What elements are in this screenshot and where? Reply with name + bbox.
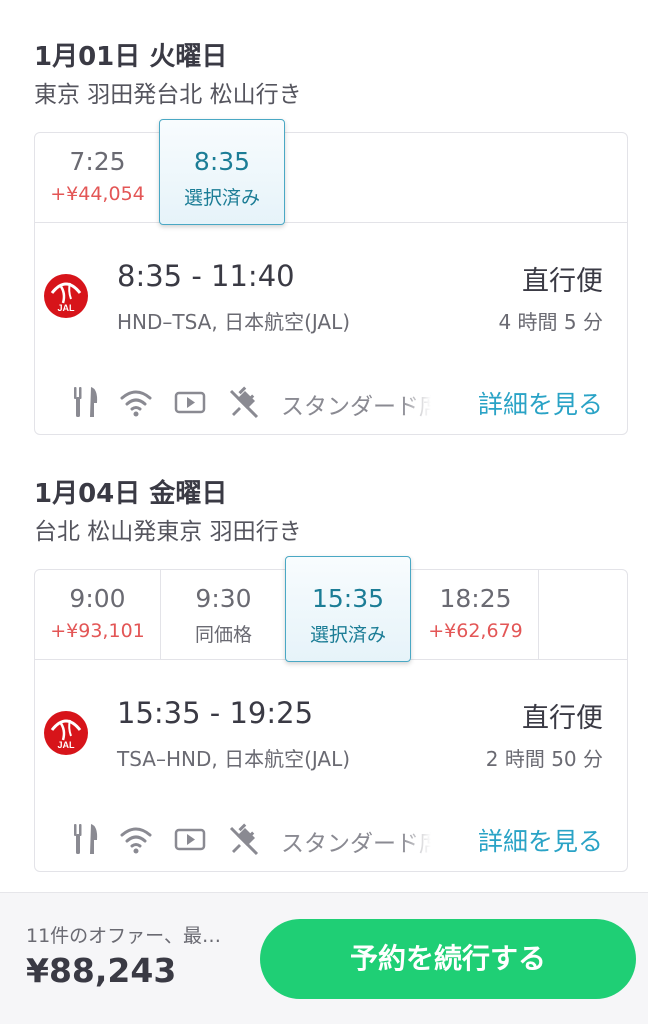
flight-type: 直行便 bbox=[522, 266, 603, 297]
fare-class: スタンダード席 bbox=[281, 831, 431, 854]
details-link[interactable]: 詳細を見る bbox=[478, 822, 603, 858]
no-power-icon bbox=[227, 822, 261, 856]
return-date: 1月04日 金曜日 bbox=[34, 479, 228, 509]
slot-time: 7:25 bbox=[69, 147, 126, 176]
video-icon bbox=[173, 822, 207, 856]
flight-times: 15:35 - 19:25 bbox=[117, 696, 314, 730]
continue-booking-button[interactable]: 予約を続行する bbox=[260, 919, 636, 999]
outbound-flight-card: 7:25 +¥44,054 8:35 選択済み JAL 8:35 - 11:40… bbox=[34, 119, 628, 435]
meal-icon bbox=[71, 822, 101, 856]
outbound-date: 1月01日 火曜日 bbox=[34, 42, 228, 72]
slot-price: +¥93,101 bbox=[50, 620, 145, 642]
slot-time: 18:25 bbox=[439, 584, 512, 613]
details-link[interactable]: 詳細を見る bbox=[478, 385, 603, 421]
svg-text:JAL: JAL bbox=[57, 740, 75, 750]
time-slot[interactable]: 9:00 +¥93,101 bbox=[35, 570, 161, 660]
jal-logo-icon: JAL bbox=[44, 274, 88, 318]
slot-time: 8:35 bbox=[193, 147, 251, 176]
slot-time: 9:00 bbox=[69, 584, 126, 613]
slot-price: +¥44,054 bbox=[50, 183, 145, 205]
return-time-selector: 9:00 +¥93,101 9:30 同価格 15:35 選択済み 18:25 … bbox=[35, 556, 627, 662]
slot-status: 選択済み bbox=[183, 187, 260, 209]
flight-route-airline: HND–TSA, 日本航空(JAL) bbox=[117, 310, 351, 334]
no-power-icon bbox=[227, 385, 261, 419]
time-slot[interactable]: 18:25 +¥62,679 bbox=[413, 570, 539, 660]
svg-text:JAL: JAL bbox=[57, 303, 75, 313]
jal-logo-icon: JAL bbox=[44, 711, 88, 755]
wifi-icon bbox=[119, 385, 153, 419]
booking-footer: 11件のオファー、最… ¥88,243 予約を続行する bbox=[0, 892, 648, 1024]
slot-status: 選択済み bbox=[309, 624, 386, 646]
time-slot[interactable]: 7:25 +¥44,054 bbox=[35, 133, 161, 223]
flight-duration: 2 時間 50 分 bbox=[485, 747, 603, 771]
flight-type: 直行便 bbox=[522, 703, 603, 734]
video-icon bbox=[173, 385, 207, 419]
slot-price: 同価格 bbox=[194, 624, 252, 646]
slot-price: +¥62,679 bbox=[428, 620, 523, 642]
slot-time: 9:30 bbox=[195, 584, 252, 613]
time-slot-selected[interactable]: 8:35 選択済み bbox=[159, 119, 285, 225]
offers-summary[interactable]: 11件のオファー、最… bbox=[26, 921, 221, 948]
meal-icon bbox=[71, 385, 101, 419]
return-flight-card: 9:00 +¥93,101 9:30 同価格 15:35 選択済み 18:25 … bbox=[34, 556, 628, 872]
time-slot[interactable]: 9:30 同価格 bbox=[161, 570, 287, 660]
fare-class: スタンダード席 bbox=[281, 394, 431, 417]
total-price: ¥88,243 bbox=[26, 951, 177, 990]
flight-times: 8:35 - 11:40 bbox=[117, 259, 295, 293]
slot-time: 15:35 bbox=[311, 584, 385, 613]
return-route: 台北 松山発東京 羽田行き bbox=[34, 519, 302, 545]
outbound-route: 東京 羽田発台北 松山行き bbox=[34, 82, 302, 108]
outbound-time-selector: 7:25 +¥44,054 8:35 選択済み bbox=[35, 119, 627, 225]
time-slot-selected[interactable]: 15:35 選択済み bbox=[285, 556, 411, 662]
wifi-icon bbox=[119, 822, 153, 856]
flight-duration: 4 時間 5 分 bbox=[498, 310, 603, 334]
flight-route-airline: TSA–HND, 日本航空(JAL) bbox=[117, 747, 351, 771]
